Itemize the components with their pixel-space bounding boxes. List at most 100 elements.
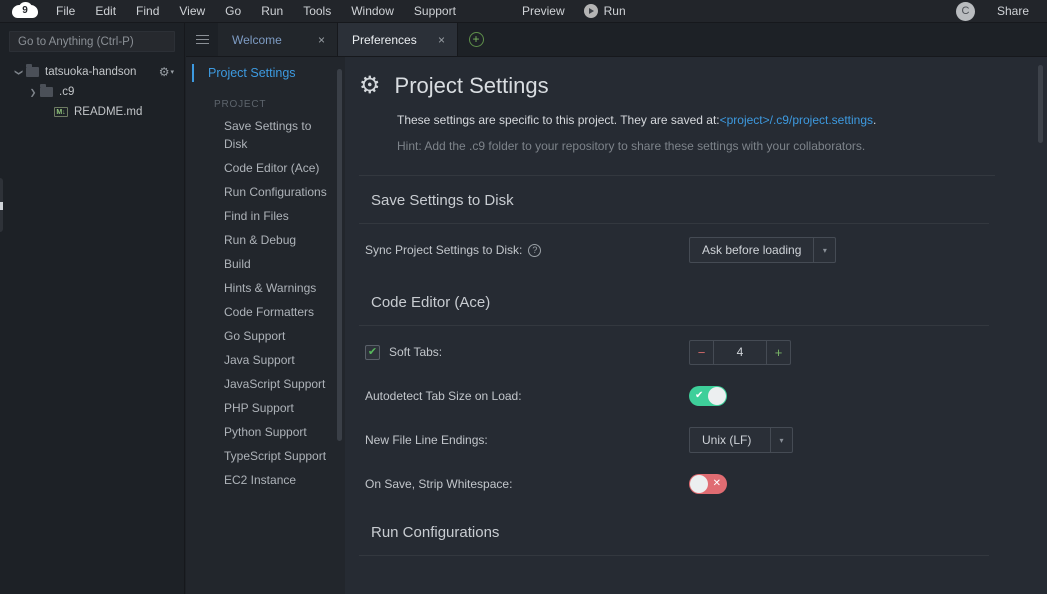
nav-item-typescript-support[interactable]: TypeScript Support bbox=[186, 444, 345, 468]
plus-icon: + bbox=[468, 32, 484, 47]
project-settings-path-link[interactable]: <project>/.c9/project.settings bbox=[720, 113, 873, 127]
chevron-down-icon[interactable]: ▾ bbox=[813, 238, 835, 262]
page-hint: Hint: Add the .c9 folder to your reposit… bbox=[397, 139, 866, 153]
file-tree: ❯ tatsuoka-handson ⚙ ▾ ❯ .c9 M↓ README.m… bbox=[0, 62, 184, 122]
section-title-run-configurations: Run Configurations bbox=[371, 524, 500, 541]
gear-icon: ⚙ bbox=[158, 65, 170, 79]
page-description-text: These settings are specific to this proj… bbox=[397, 113, 720, 127]
tab-preferences[interactable]: Preferences × bbox=[338, 23, 458, 56]
preferences-nav-scrollbar[interactable] bbox=[337, 69, 342, 441]
nav-root-project-settings[interactable]: Project Settings bbox=[186, 57, 345, 89]
menu-window[interactable]: Window bbox=[341, 1, 404, 21]
avatar[interactable]: C bbox=[955, 1, 975, 21]
page-title: Project Settings bbox=[394, 73, 549, 98]
nav-item-save-settings-to-disk[interactable]: Save Settings to Disk bbox=[186, 114, 345, 156]
play-icon bbox=[583, 4, 598, 18]
nav-item-ec2-instance[interactable]: EC2 Instance bbox=[186, 468, 345, 492]
row-label: Sync Project Settings to Disk: ? bbox=[365, 243, 689, 257]
preferences-nav: Project Settings PROJECT Save Settings t… bbox=[186, 57, 345, 594]
nav-item-build[interactable]: Build bbox=[186, 252, 345, 276]
section-underline bbox=[359, 223, 989, 224]
row-strip-whitespace: On Save, Strip Whitespace: ✕ bbox=[345, 466, 1023, 502]
autodetect-tab-size-toggle[interactable]: ✔ bbox=[689, 386, 727, 406]
toggle-knob bbox=[708, 387, 726, 405]
run-button[interactable]: Run bbox=[575, 2, 635, 20]
row-control: Unix (LF) ▾ bbox=[689, 427, 989, 453]
menu-run[interactable]: Run bbox=[251, 1, 293, 21]
workspace-settings-button[interactable]: ⚙ ▾ bbox=[159, 62, 174, 82]
line-endings-select[interactable]: Unix (LF) ▾ bbox=[689, 427, 793, 453]
nav-item-run-configurations[interactable]: Run Configurations bbox=[186, 180, 345, 204]
select-value: Unix (LF) bbox=[702, 433, 752, 447]
menu-bar: 9 File Edit Find View Go Run Tools Windo… bbox=[0, 0, 1047, 23]
content-scrollbar[interactable] bbox=[1038, 65, 1043, 143]
autodetect-tab-size-label: Autodetect Tab Size on Load: bbox=[365, 389, 522, 403]
row-control: Ask before loading ▾ bbox=[689, 237, 989, 263]
line-endings-label: New File Line Endings: bbox=[365, 433, 488, 447]
nav-item-java-support[interactable]: Java Support bbox=[186, 348, 345, 372]
help-icon[interactable]: ? bbox=[528, 243, 542, 257]
close-icon[interactable]: × bbox=[318, 34, 325, 46]
nav-item-code-formatters[interactable]: Code Formatters bbox=[186, 300, 345, 324]
menu-support[interactable]: Support bbox=[404, 1, 466, 21]
tree-item-readme[interactable]: M↓ README.md bbox=[0, 102, 184, 122]
row-control: ✕ bbox=[689, 474, 989, 494]
nav-item-hints-and-warnings[interactable]: Hints & Warnings bbox=[186, 276, 345, 300]
tree-item-c9[interactable]: ❯ .c9 bbox=[0, 82, 184, 102]
nav-item-find-in-files[interactable]: Find in Files bbox=[186, 204, 345, 228]
cloud9-logo-icon[interactable]: 9 bbox=[12, 1, 38, 19]
tab-size-stepper[interactable]: − 4 + bbox=[689, 339, 791, 365]
chevron-down-icon[interactable]: ❯ bbox=[15, 65, 24, 79]
nav-item-php-support[interactable]: PHP Support bbox=[186, 396, 345, 420]
strip-whitespace-toggle[interactable]: ✕ bbox=[689, 474, 727, 494]
row-label: On Save, Strip Whitespace: bbox=[365, 477, 689, 491]
soft-tabs-label: Soft Tabs: bbox=[389, 345, 443, 359]
chevron-down-icon[interactable]: ▾ bbox=[770, 428, 792, 452]
tree-item-label: tatsuoka-handson bbox=[45, 66, 137, 78]
select-value: Ask before loading bbox=[702, 243, 802, 257]
tab-welcome[interactable]: Welcome × bbox=[218, 23, 338, 56]
menu-find[interactable]: Find bbox=[126, 1, 169, 21]
decrement-button[interactable]: − bbox=[690, 340, 714, 364]
share-button[interactable]: Share bbox=[987, 1, 1039, 21]
nav-item-go-support[interactable]: Go Support bbox=[186, 324, 345, 348]
check-icon: ✔ bbox=[695, 390, 704, 401]
soft-tabs-checkbox[interactable]: ✔ bbox=[365, 344, 380, 360]
increment-button[interactable]: + bbox=[766, 340, 790, 364]
row-control: − 4 + bbox=[689, 339, 989, 365]
tab-label: Welcome bbox=[232, 32, 282, 47]
section-title-code-editor: Code Editor (Ace) bbox=[371, 294, 491, 311]
markdown-file-icon: M↓ bbox=[54, 107, 68, 117]
nav-item-run-and-debug[interactable]: Run & Debug bbox=[186, 228, 345, 252]
menu-tools[interactable]: Tools bbox=[293, 1, 341, 21]
new-tab-button[interactable]: + bbox=[458, 23, 494, 56]
close-icon: ✕ bbox=[712, 478, 721, 489]
toggle-knob bbox=[690, 475, 708, 493]
section-title-save-settings: Save Settings to Disk bbox=[371, 192, 514, 209]
sync-settings-select[interactable]: Ask before loading ▾ bbox=[689, 237, 837, 263]
menu-file[interactable]: File bbox=[46, 1, 85, 21]
tab-label: Preferences bbox=[352, 32, 417, 47]
tab-menu-button[interactable] bbox=[186, 23, 218, 56]
nav-item-code-editor-ace[interactable]: Code Editor (Ace) bbox=[186, 156, 345, 180]
menu-view[interactable]: View bbox=[169, 1, 215, 21]
nav-item-javascript-support[interactable]: JavaScript Support bbox=[186, 372, 345, 396]
go-to-anything-input[interactable]: Go to Anything (Ctrl-P) bbox=[9, 31, 175, 52]
page-description: These settings are specific to this proj… bbox=[397, 113, 1023, 127]
row-sync-project-settings: Sync Project Settings to Disk: ? Ask bef… bbox=[345, 232, 1023, 268]
page-header: ⚙ Project Settings bbox=[345, 57, 1023, 99]
section-underline bbox=[359, 555, 989, 556]
tab-size-value[interactable]: 4 bbox=[714, 341, 766, 364]
menu-go[interactable]: Go bbox=[215, 1, 251, 21]
nav-item-python-support[interactable]: Python Support bbox=[186, 420, 345, 444]
menu-bar-right: C Share bbox=[955, 1, 1047, 21]
menu-edit[interactable]: Edit bbox=[85, 1, 126, 21]
panel-collapse-handle[interactable] bbox=[0, 178, 3, 232]
preview-button[interactable]: Preview bbox=[512, 1, 575, 21]
tree-item-tatsuoka-handson[interactable]: ❯ tatsuoka-handson ⚙ ▾ bbox=[0, 62, 184, 82]
close-icon[interactable]: × bbox=[438, 34, 445, 46]
row-label: Autodetect Tab Size on Load: bbox=[365, 389, 689, 403]
row-label: New File Line Endings: bbox=[365, 433, 689, 447]
row-soft-tabs: ✔ Soft Tabs: − 4 + bbox=[345, 334, 1023, 370]
chevron-right-icon[interactable]: ❯ bbox=[26, 88, 40, 97]
